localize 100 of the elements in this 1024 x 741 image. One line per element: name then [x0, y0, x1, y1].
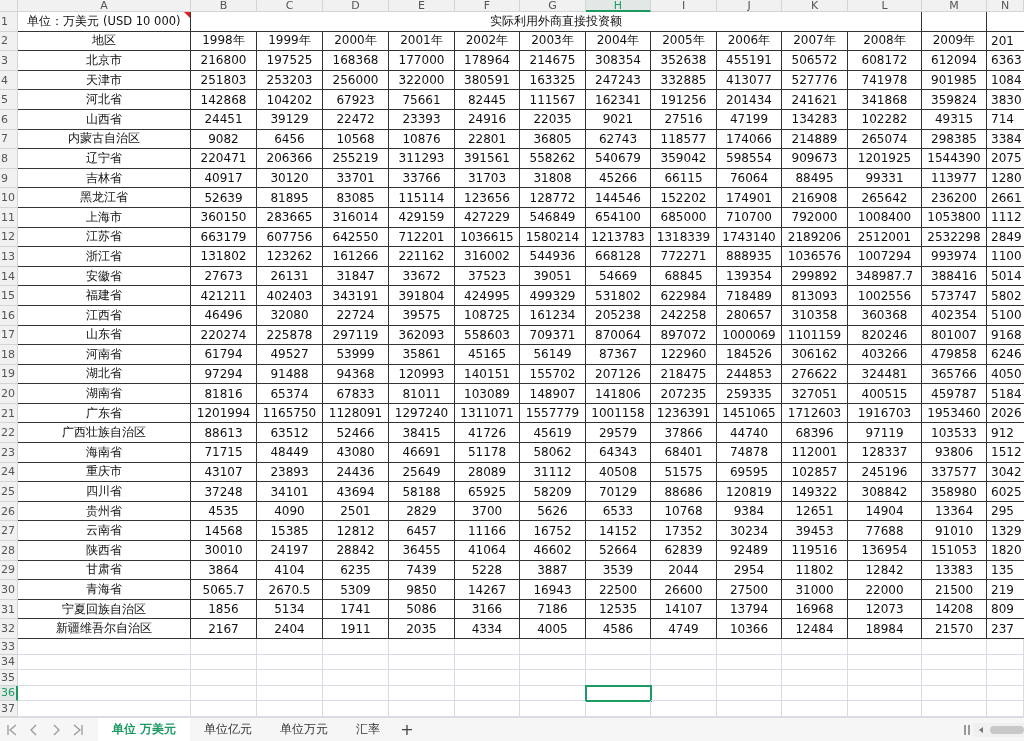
row-header[interactable]: 12 [0, 227, 18, 248]
row-header[interactable]: 1 [0, 12, 18, 32]
table-cell: 151053 [922, 541, 987, 561]
table-cell: 51575 [651, 462, 717, 483]
row-header[interactable]: 17 [0, 325, 18, 346]
column-header[interactable]: K [782, 0, 848, 12]
table-cell: 103089 [455, 384, 520, 404]
table-cell: 地区 [18, 31, 191, 52]
table-cell: 山西省 [18, 109, 191, 130]
table-cell: 622984 [651, 286, 717, 306]
column-header[interactable]: L [848, 0, 922, 12]
column-header[interactable]: F [455, 0, 520, 12]
row-header[interactable]: 4 [0, 70, 18, 91]
table-cell [191, 685, 257, 701]
active-cell[interactable] [586, 685, 651, 701]
select-all-corner[interactable] [0, 0, 18, 12]
table-cell: 424995 [455, 286, 520, 306]
column-header[interactable]: G [520, 0, 586, 12]
row-header[interactable]: 27 [0, 521, 18, 542]
table-cell [651, 685, 717, 701]
table-cell: 122960 [651, 345, 717, 365]
table-cell: 380591 [455, 70, 520, 91]
table-cell: 113977 [922, 168, 987, 189]
table-cell: 27500 [717, 580, 782, 600]
table-cell: 91010 [922, 521, 987, 542]
table-cell: 3166 [455, 599, 520, 620]
table-cell: 62839 [651, 541, 717, 561]
row-header[interactable]: 31 [0, 599, 18, 620]
table-cell: 506572 [782, 51, 848, 71]
row-header[interactable]: 21 [0, 403, 18, 424]
column-header[interactable]: A [18, 0, 191, 12]
column-header[interactable]: J [717, 0, 782, 12]
column-header[interactable]: M [922, 0, 987, 12]
row-header[interactable]: 2 [0, 31, 18, 52]
table-cell: 14152 [586, 521, 651, 542]
table-cell [257, 685, 323, 701]
table-cell: 2829 [389, 501, 455, 522]
row-header[interactable]: 11 [0, 207, 18, 228]
row-header[interactable]: 33 [0, 639, 18, 655]
row-header[interactable]: 15 [0, 286, 18, 306]
table-cell: 68396 [782, 423, 848, 444]
row-header[interactable]: 24 [0, 462, 18, 483]
row-header[interactable]: 35 [0, 670, 18, 686]
row-header[interactable]: 9 [0, 168, 18, 189]
column-header[interactable]: B [191, 0, 257, 12]
column-header[interactable]: C [257, 0, 323, 12]
last-sheet-icon[interactable] [72, 723, 84, 736]
table-cell [987, 639, 1024, 655]
table-cell: 94368 [323, 364, 389, 385]
row-header[interactable]: 26 [0, 501, 18, 522]
sheet-tab[interactable]: 单位 万美元 [98, 718, 191, 741]
row-header[interactable]: 7 [0, 129, 18, 150]
table-cell: 265074 [848, 129, 922, 150]
row-header[interactable]: 23 [0, 443, 18, 463]
row-header[interactable]: 16 [0, 305, 18, 326]
table-cell: 6456 [257, 129, 323, 150]
table-cell: 573747 [922, 286, 987, 306]
table-cell: 1007294 [848, 247, 922, 267]
table-cell: 5228 [455, 560, 520, 581]
row-header[interactable]: 5 [0, 90, 18, 110]
table-cell: 1084 [987, 70, 1024, 91]
row-header[interactable]: 30 [0, 580, 18, 600]
table-cell: 36805 [520, 129, 586, 150]
column-header[interactable]: I [651, 0, 717, 12]
table-cell: 184526 [717, 345, 782, 365]
table-cell: 2189206 [782, 227, 848, 248]
table-cell: 9384 [717, 501, 782, 522]
column-header[interactable]: E [389, 0, 455, 12]
row-header[interactable]: 22 [0, 423, 18, 444]
row-header[interactable]: 28 [0, 541, 18, 561]
row-header[interactable]: 13 [0, 247, 18, 267]
first-sheet-icon[interactable] [6, 723, 18, 736]
sheet-tab[interactable]: 单位亿元 [190, 718, 267, 741]
table-cell: 108725 [455, 305, 520, 326]
table-cell: 102857 [782, 462, 848, 483]
row-header[interactable]: 37 [0, 701, 18, 717]
row-header[interactable]: 19 [0, 364, 18, 385]
column-header[interactable]: D [323, 0, 389, 12]
row-header[interactable]: 18 [0, 345, 18, 365]
table-cell: 870064 [586, 325, 651, 346]
table-cell: 24451 [191, 109, 257, 130]
table-cell: 24197 [257, 541, 323, 561]
row-header[interactable]: 6 [0, 109, 18, 130]
horizontal-scrollbar[interactable] [964, 722, 1024, 737]
row-header[interactable]: 25 [0, 482, 18, 502]
table-cell: 83085 [323, 188, 389, 208]
sheet-tab[interactable]: 单位万元 [266, 718, 343, 741]
table-cell: 3830 [987, 90, 1024, 110]
table-cell [257, 670, 323, 686]
row-header[interactable]: 8 [0, 149, 18, 169]
row-header[interactable]: 20 [0, 384, 18, 404]
sheet-tab[interactable]: 汇率 [342, 718, 395, 741]
table-cell: 1916703 [848, 403, 922, 424]
row-header[interactable]: 3 [0, 51, 18, 71]
row-header[interactable]: 14 [0, 266, 18, 287]
row-header[interactable]: 32 [0, 619, 18, 639]
add-sheet-button[interactable]: + [394, 720, 420, 739]
column-header[interactable]: N [987, 0, 1024, 12]
row-header[interactable]: 10 [0, 188, 18, 208]
row-header[interactable]: 29 [0, 560, 18, 581]
